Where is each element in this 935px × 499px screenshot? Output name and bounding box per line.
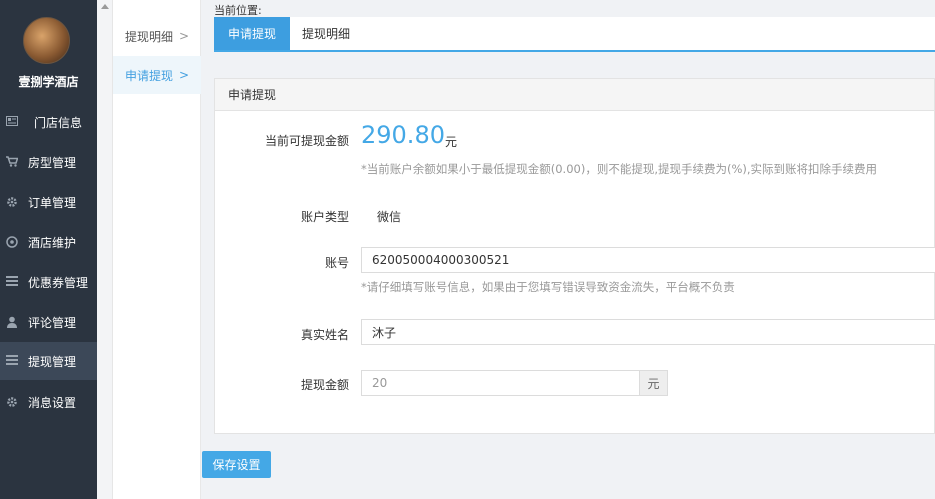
user-icon — [6, 316, 18, 328]
tab-withdraw-details[interactable]: 提现明细 — [288, 17, 364, 50]
available-amount-unit: 元 — [445, 135, 458, 149]
chevron-right-icon: > — [178, 29, 189, 43]
main-content: 当前位置: 申请提现 提现明细 申请提现 当前可提现金额 290.80 元 *当… — [202, 0, 935, 499]
tab-apply-withdraw[interactable]: 申请提现 — [214, 17, 291, 50]
list-icon — [6, 355, 18, 367]
submenu-item-label: 申请提现 — [125, 68, 174, 83]
sidebar-item-label: 订单管理 — [28, 195, 77, 210]
account-type-label: 账户类型 — [300, 210, 349, 224]
account-type-value: 微信 — [377, 210, 402, 224]
account-number-label: 账号 — [324, 256, 349, 270]
sidebar-item-label: 房型管理 — [28, 155, 77, 170]
sidebar-item-label: 酒店维护 — [28, 235, 77, 250]
cart-icon — [6, 156, 19, 168]
sidebar-item-label: 门店信息 — [34, 115, 83, 130]
available-amount-hint: *当前账户余额如果小于最低提现金额(0.00)，则不能提现,提现手续费为(%),… — [361, 162, 878, 176]
withdraw-amount-unit: 元 — [639, 370, 668, 396]
compass-icon — [6, 236, 18, 248]
gear-icon — [6, 196, 18, 208]
withdraw-form-panel: 申请提现 当前可提现金额 290.80 元 *当前账户余额如果小于最低提现金额(… — [214, 78, 935, 434]
submenu-item-apply-withdraw[interactable]: 申请提现 > — [113, 56, 201, 94]
account-number-hint: *请仔细填写账号信息，如果由于您填写错误导致资金流失，平台概不负责 — [361, 280, 735, 294]
withdraw-amount-input[interactable] — [361, 370, 639, 396]
sidebar-item-withdrawals[interactable]: 提现管理 — [0, 342, 97, 380]
newspaper-icon — [6, 116, 18, 128]
real-name-input[interactable] — [361, 319, 935, 345]
submenu-item-label: 提现明细 — [125, 29, 174, 44]
available-amount-value: 290.80 — [361, 121, 445, 149]
sidebar-item-label: 消息设置 — [28, 395, 77, 410]
sidebar-item-coupons[interactable]: 优惠券管理 — [0, 263, 97, 301]
breadcrumb: 当前位置: — [214, 4, 262, 17]
sidebar-item-orders[interactable]: 订单管理 — [0, 183, 97, 221]
list-icon — [6, 276, 18, 288]
sidebar-item-room-types[interactable]: 房型管理 — [0, 143, 97, 181]
hotel-name: 壹捌学酒店 — [18, 75, 79, 89]
withdraw-amount-group: 元 — [361, 370, 668, 396]
sidebar-item-label: 提现管理 — [28, 354, 77, 369]
withdraw-amount-label: 提现金额 — [300, 378, 349, 392]
sidebar-item-message-settings[interactable]: 消息设置 — [0, 383, 97, 421]
tab-bar: 申请提现 提现明细 — [214, 17, 935, 52]
account-number-input[interactable] — [361, 247, 935, 273]
sidebar-item-hotel-maintenance[interactable]: 酒店维护 — [0, 223, 97, 261]
main-sidebar: 壹捌学酒店 门店信息 房型管理 订单管理 酒店维护 优惠券管理 评论管理 提现管… — [0, 0, 97, 499]
hotel-avatar[interactable] — [23, 17, 70, 64]
sidebar-item-label: 优惠券管理 — [28, 275, 89, 290]
chevron-right-icon: > — [178, 68, 189, 82]
gear-icon — [6, 396, 18, 408]
sidebar-item-label: 评论管理 — [28, 315, 77, 330]
sidebar-item-reviews[interactable]: 评论管理 — [0, 303, 97, 341]
real-name-label: 真实姓名 — [300, 328, 349, 342]
available-amount-label: 当前可提现金额 — [264, 134, 349, 148]
panel-title: 申请提现 — [215, 79, 934, 111]
sidebar-item-store-info[interactable]: 门店信息 — [0, 103, 97, 141]
save-settings-button[interactable]: 保存设置 — [202, 451, 271, 478]
submenu-item-withdraw-details[interactable]: 提现明细 > — [113, 17, 201, 55]
sub-menu: 提现明细 > 申请提现 > — [113, 0, 201, 499]
sidebar-scrollbar[interactable] — [97, 0, 113, 499]
scroll-up-arrow-icon[interactable] — [101, 4, 109, 9]
